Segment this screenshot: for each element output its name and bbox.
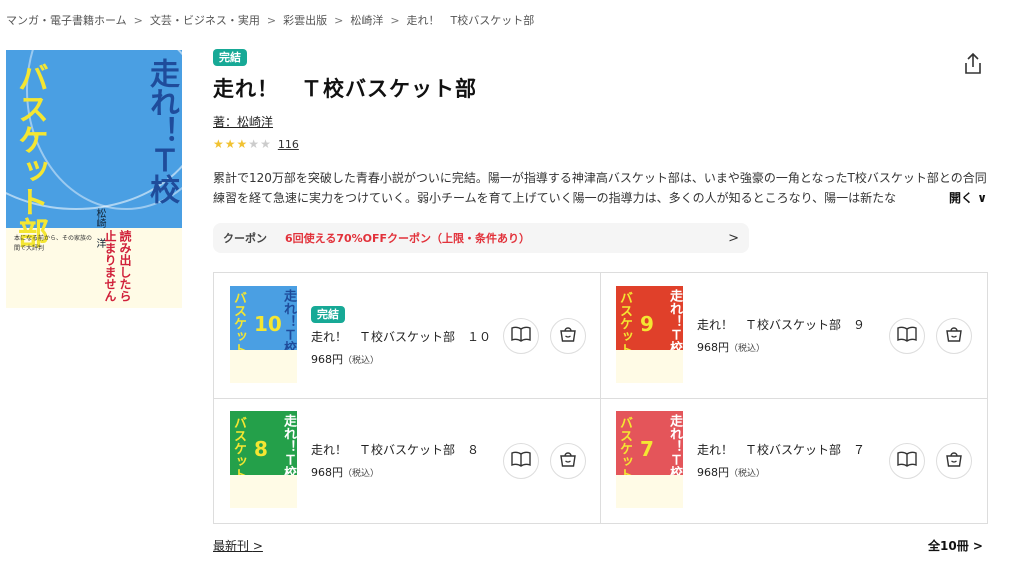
price-value: 968円 xyxy=(697,341,729,354)
add-to-cart-button[interactable] xyxy=(550,318,586,354)
cover-title-yellow: バスケット部 xyxy=(12,62,48,248)
coupon-label: クーポン xyxy=(223,232,267,245)
price-value: 968円 xyxy=(311,353,343,366)
description-text: 累計で120万部を突破した青春小説がついに完結。陽一が指導する神津高バスケット部… xyxy=(213,171,987,205)
price-value: 968円 xyxy=(697,466,729,479)
volume-thumbnail[interactable]: 走れ！Ｔ校 バスケット部 9 xyxy=(616,286,683,383)
thumb-lower-band xyxy=(616,350,683,383)
thumb-title: 走れ！Ｔ校 xyxy=(667,414,682,479)
chevron-right-icon: > xyxy=(972,539,983,553)
breadcrumb-separator: > xyxy=(266,14,277,27)
volume-item[interactable]: 走れ！Ｔ校 バスケット部 7 走れ！ Ｔ校バスケット部 ７ 968円（税込） xyxy=(600,398,986,523)
book-cover-image[interactable]: 走れ！Ｔ校 バスケット部 松崎 洋 読み出したら止まりません 本になる前から、そ… xyxy=(6,50,182,308)
price-tax: （税込） xyxy=(343,356,380,366)
book-open-icon xyxy=(897,451,917,471)
breadcrumb-separator: > xyxy=(390,14,400,27)
star-icon: ★ xyxy=(248,137,260,151)
read-sample-button[interactable] xyxy=(503,443,539,479)
share-icon[interactable] xyxy=(962,52,984,76)
chevron-down-icon: ∨ xyxy=(977,191,987,205)
cart-icon xyxy=(945,450,963,472)
rating[interactable]: ★★★★★ 116 xyxy=(213,137,299,151)
status-badge: 完結 xyxy=(213,49,247,67)
volume-grid: 走れ！Ｔ校 バスケット部 10 完結 走れ！ Ｔ校バスケット部 １０ 968円（… xyxy=(213,272,988,524)
volume-title[interactable]: 走れ！ Ｔ校バスケット部 ９ xyxy=(697,316,865,333)
author-link[interactable]: 著：松崎洋 xyxy=(213,113,273,130)
status-badge: 完結 xyxy=(311,306,345,324)
volume-price: 968円（税込） xyxy=(311,464,379,480)
expand-description-button[interactable]: 開く ∨ xyxy=(943,188,987,208)
rating-stars: ★★★★★ xyxy=(213,137,272,151)
volume-item[interactable]: 走れ！Ｔ校 バスケット部 8 走れ！ Ｔ校バスケット部 ８ 968円（税込） xyxy=(214,398,600,523)
volume-item[interactable]: 走れ！Ｔ校 バスケット部 10 完結 走れ！ Ｔ校バスケット部 １０ 968円（… xyxy=(214,273,600,398)
breadcrumb-home[interactable]: マンガ・電子書籍ホーム xyxy=(6,14,127,27)
page-title: 走れ！ Ｔ校バスケット部 xyxy=(213,77,477,101)
star-icon: ★ xyxy=(236,137,248,151)
book-open-icon xyxy=(511,326,531,346)
thumb-title: 走れ！Ｔ校 xyxy=(667,289,682,354)
volume-thumbnail[interactable]: 走れ！Ｔ校 バスケット部 10 xyxy=(230,286,297,383)
breadcrumb-separator: > xyxy=(334,14,344,27)
star-icon: ★ xyxy=(260,137,271,151)
price-tax: （税込） xyxy=(729,469,766,479)
add-to-cart-button[interactable] xyxy=(936,318,972,354)
read-sample-button[interactable] xyxy=(889,443,925,479)
read-sample-button[interactable] xyxy=(889,318,925,354)
volume-thumbnail[interactable]: 走れ！Ｔ校 バスケット部 7 xyxy=(616,411,683,508)
volume-title[interactable]: 走れ！ Ｔ校バスケット部 ７ xyxy=(697,441,865,458)
coupon-banner[interactable]: クーポン 6回使える70%OFFクーポン（上限・条件あり） > xyxy=(213,223,749,253)
cover-obi-text: 読み出したら止まりません xyxy=(103,230,132,302)
thumb-volume-number: 9 xyxy=(640,312,654,336)
star-icon: ★ xyxy=(213,137,224,151)
breadcrumb: マンガ・電子書籍ホーム > 文芸・ビジネス・実用 > 彩雲出版 > 松崎洋 > 走れ！ T校バス… xyxy=(6,12,534,28)
cart-icon xyxy=(945,325,963,347)
breadcrumb-author[interactable]: 松崎洋 xyxy=(350,14,383,27)
volume-title[interactable]: 走れ！ Ｔ校バスケット部 ８ xyxy=(311,441,479,458)
volume-price: 968円（税込） xyxy=(697,339,765,355)
book-description: 累計で120万部を突破した青春小説がついに完結。陽一が指導する神津高バスケット部… xyxy=(213,168,987,208)
total-label: 全10冊 xyxy=(928,539,969,553)
cover-title-blue: 走れ！Ｔ校 xyxy=(144,58,179,203)
breadcrumb-separator: > xyxy=(133,14,143,27)
coupon-text: 6回使える70%OFFクーポン（上限・条件あり） xyxy=(285,232,531,245)
price-tax: （税込） xyxy=(729,344,766,354)
cart-icon xyxy=(559,325,577,347)
volume-price: 968円（税込） xyxy=(697,464,765,480)
price-value: 968円 xyxy=(311,466,343,479)
star-icon: ★ xyxy=(224,137,236,151)
thumb-lower-band xyxy=(230,350,297,383)
thumb-title: 走れ！Ｔ校 xyxy=(281,414,296,479)
price-tax: （税込） xyxy=(343,469,380,479)
thumb-volume-number: 7 xyxy=(640,437,654,461)
thumb-volume-number: 10 xyxy=(254,312,282,336)
expand-label: 開く xyxy=(949,191,974,205)
thumb-lower-band xyxy=(616,475,683,508)
latest-label: 最新刊 xyxy=(213,539,250,553)
all-volumes-link[interactable]: 全10冊 > xyxy=(928,537,983,554)
breadcrumb-publisher[interactable]: 彩雲出版 xyxy=(283,14,327,27)
book-open-icon xyxy=(511,451,531,471)
add-to-cart-button[interactable] xyxy=(550,443,586,479)
add-to-cart-button[interactable] xyxy=(936,443,972,479)
thumb-lower-band xyxy=(230,475,297,508)
chevron-right-icon: > xyxy=(252,539,263,553)
breadcrumb-current[interactable]: 走れ！ T校バスケット部 xyxy=(407,14,535,27)
volume-title[interactable]: 走れ！ Ｔ校バスケット部 １０ xyxy=(311,328,491,345)
thumb-title: 走れ！Ｔ校 xyxy=(281,289,296,354)
volume-price: 968円（税込） xyxy=(311,351,379,367)
chevron-right-icon: > xyxy=(728,230,739,246)
volume-item[interactable]: 走れ！Ｔ校 バスケット部 9 走れ！ Ｔ校バスケット部 ９ 968円（税込） xyxy=(600,273,986,398)
read-sample-button[interactable] xyxy=(503,318,539,354)
volume-thumbnail[interactable]: 走れ！Ｔ校 バスケット部 8 xyxy=(230,411,297,508)
review-count[interactable]: 116 xyxy=(278,138,299,151)
latest-volume-link[interactable]: 最新刊 > xyxy=(213,537,263,554)
cart-icon xyxy=(559,450,577,472)
breadcrumb-category[interactable]: 文芸・ビジネス・実用 xyxy=(150,14,260,27)
thumb-volume-number: 8 xyxy=(254,437,268,461)
book-open-icon xyxy=(897,326,917,346)
cover-obi-small: 本になる前から、その家族の間で大評判 xyxy=(14,235,93,252)
